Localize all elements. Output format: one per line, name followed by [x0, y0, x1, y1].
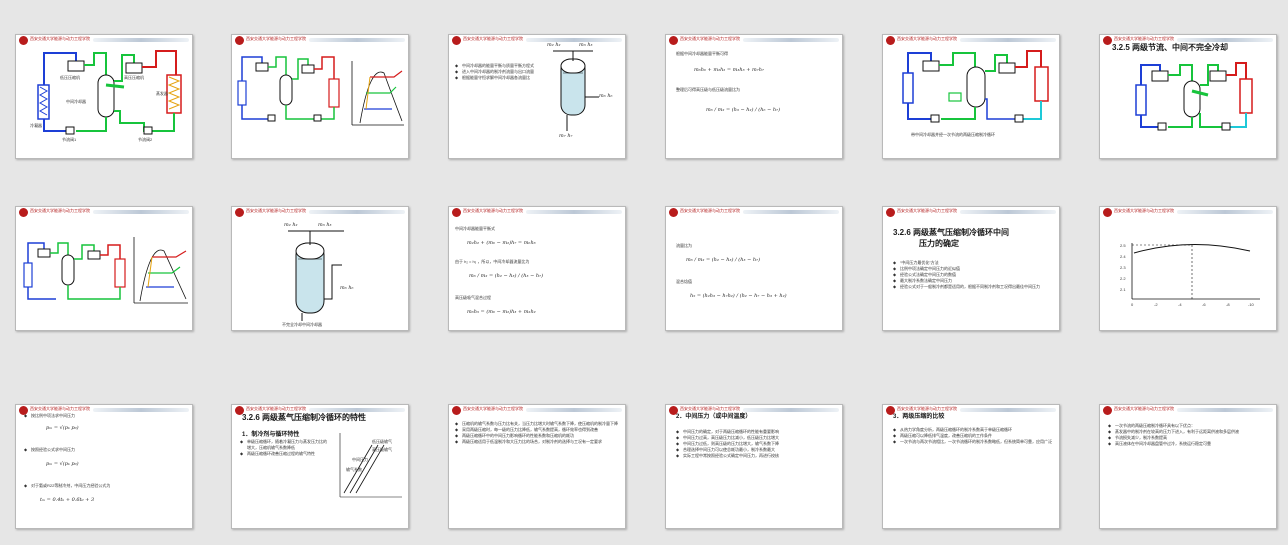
university-logo-icon: [452, 406, 461, 415]
slide-header: 西安交通大学能源与动力工程学院: [449, 405, 625, 416]
slide-thumbnail-18[interactable]: 西安交通大学能源与动力工程学院 一次节流的两级压缩制冷循环具有以下优点： 蒸发器…: [1099, 404, 1277, 529]
slide-thumbnail-5[interactable]: 西安交通大学能源与动力工程学院 带中间冷却器并经一次节流的两级压缩制冷循环: [882, 34, 1060, 159]
slide-thumbnail-11[interactable]: 西安交通大学能源与动力工程学院 3.2.6 两级蒸气压缩制冷循环中间 压力的确定…: [882, 206, 1060, 331]
slide-header: 西安交通大学能源与动力工程学院: [449, 207, 625, 218]
slide-thumbnail-2[interactable]: 西安交通大学能源与动力工程学院: [231, 34, 409, 159]
slide-thumbnail-1[interactable]: 西安交通大学能源与动力工程学院 冷凝器 蒸发器 中间冷却器 低压压缩机 高压压缩…: [15, 34, 193, 159]
slide-header: 西安交通大学能源与动力工程学院: [666, 207, 842, 218]
bullet-list-1: 按比例中项法求中间压力: [24, 413, 184, 419]
optimal-pressure-curve-chart: [1131, 243, 1260, 300]
slide-thumbnail-10[interactable]: 西安交通大学能源与动力工程学院 流量比为 m₆ / m₂ = (h₂ − h₃)…: [665, 206, 843, 331]
slide-thumbnail-15[interactable]: 西安交通大学能源与动力工程学院 压缩机的输气系数与压力比有关，当压力比增大时输气…: [448, 404, 626, 529]
university-logo-icon: [452, 208, 461, 217]
slide-thumbnail-3[interactable]: 西安交通大学能源与动力工程学院 中间冷却器的能量平衡与质量平衡方程式 进入中间冷…: [448, 34, 626, 159]
bullet-list: “中间压力最优化”方法 比例中项法确定中间压力的近似值 经验公式法确定中间压力的…: [893, 260, 1053, 290]
university-logo-icon: [669, 208, 678, 217]
slide-thumbnail-14[interactable]: 西安交通大学能源与动力工程学院 3.2.6 两级蒸气压缩制冷循环的特性 1．制冷…: [231, 404, 409, 529]
system-and-cycle-diagram: [23, 237, 188, 304]
bullet-list-2: 按照经验公式求中间压力: [24, 447, 184, 453]
bullet-list: 一次节流的两级压缩制冷循环具有以下优点： 蒸发器中的制冷剂在较高的压力下进入，有…: [1108, 423, 1270, 447]
slide-thumbnail-6[interactable]: 西安交通大学能源与动力工程学院 3.2.5 两级节流、中间不完全冷却: [1099, 34, 1277, 159]
university-logo-icon: [669, 36, 678, 45]
slide-thumbnail-8[interactable]: 西安交通大学能源与动力工程学院 m₂ h₂ m₃ h₃ m₆ h₆ 不完全冷却中…: [231, 206, 409, 331]
slide-thumbnail-16[interactable]: 西安交通大学能源与动力工程学院 2．中间压力（或中间温度） 中间压力的确定，对于…: [665, 404, 843, 529]
two-stage-throttling-system-diagram: [1135, 62, 1253, 131]
slide-thumbnail-9[interactable]: 西安交通大学能源与动力工程学院 中间冷却器能量平衡式 m₂h₂ + (m₆ − …: [448, 206, 626, 331]
volumetric-efficiency-chart: [339, 433, 402, 498]
system-and-lgp-h-diagram: [237, 56, 404, 126]
university-logo-icon: [1103, 406, 1112, 415]
slide-header: 西安交通大学能源与动力工程学院: [1100, 405, 1276, 416]
slide-thumbnail-13[interactable]: 西安交通大学能源与动力工程学院 按比例中项法求中间压力 pₘ = √(pₖ p₀…: [15, 404, 193, 529]
slide-thumbnail-12[interactable]: 西安交通大学能源与动力工程学院 2.5 2.4 2.3 2.2 2.1 0 -2…: [1099, 206, 1277, 331]
slide-header: 西安交通大学能源与动力工程学院: [666, 35, 842, 46]
bullet-list-3: 对于氨或R22等制冷剂，中间压力经验公式为: [24, 483, 184, 489]
slide-thumbnail-4[interactable]: 西安交通大学能源与动力工程学院 根据中间冷却器能量平衡可得 m₆h₆ + m₂h…: [665, 34, 843, 159]
bullet-list: 从热力学角度分析，两级压缩循环的制冷系数高于单级压缩循环 两级压缩可以降低排气温…: [893, 427, 1053, 445]
slide-thumbnail-17[interactable]: 西安交通大学能源与动力工程学院 3．两级压缩的比较 从热力学角度分析，两级压缩循…: [882, 404, 1060, 529]
slide-header: 西安交通大学能源与动力工程学院: [883, 207, 1059, 218]
bullet-list: 中间压力的确定，对于两级压缩循环的性能有重要影响 中间压力过高，高压级压力比减小…: [676, 429, 836, 459]
university-logo-icon: [886, 208, 895, 217]
one-stage-throttling-system-diagram: [902, 50, 1049, 123]
slide-thumbnail-7[interactable]: 西安交通大学能源与动力工程学院: [15, 206, 193, 331]
bullet-list: 压缩机的输气系数与压力比有关，当压力比增大时输气系数下降，使压缩机的制冷量下降 …: [455, 421, 619, 445]
